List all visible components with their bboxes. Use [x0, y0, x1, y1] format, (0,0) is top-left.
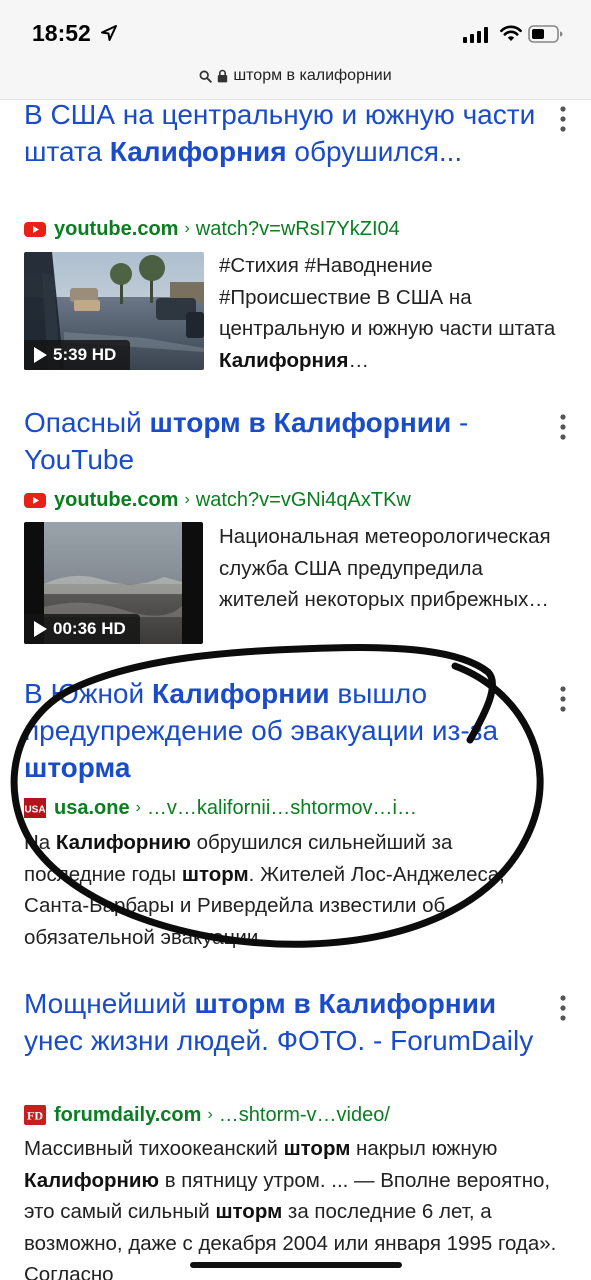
highlighted-term: шторм в Калифорнии [194, 988, 497, 1019]
usa-one-logo-icon: USA [24, 798, 46, 818]
text-segment: #Стихия #Наводнение #Происшествие В США … [219, 254, 556, 340]
highlighted-term: шторма [24, 752, 131, 783]
highlighted-term: Калифорнию [55, 831, 191, 854]
address-bar[interactable]: шторм в калифорнии [0, 62, 591, 100]
result-site-domain: forumdaily.com [54, 1103, 202, 1126]
more-options-icon[interactable] [554, 993, 572, 1023]
result-source-link[interactable]: USA usa.one › …v…kalifornii…shtormov…i… [24, 795, 417, 821]
result-url-path: …shtorm-v…video/ [218, 1103, 390, 1126]
breadcrumb-chevron-icon: › [135, 799, 141, 816]
highlighted-term: шторм [215, 1200, 283, 1223]
highlighted-term: Калифорнию [24, 1168, 159, 1192]
youtube-logo-icon [24, 493, 46, 508]
video-thumbnail[interactable]: 5:39 HD [24, 252, 204, 370]
video-duration: 00:36 HD [53, 619, 126, 638]
breadcrumb-chevron-icon: › [207, 1106, 213, 1123]
search-result: Опасный шторм в Калифорнии - YouTube you… [0, 407, 591, 658]
text-segment: … [348, 348, 369, 372]
result-snippet: #Стихия #Наводнение #Происшествие В США … [219, 250, 559, 376]
status-time: 18:52 [32, 20, 91, 46]
video-duration-badge: 5:39 HD [24, 340, 131, 370]
breadcrumb-chevron-icon: › [184, 220, 190, 237]
search-result: В Южной Калифорнии вышло предупреждение … [0, 678, 591, 958]
url-query-text: шторм в калифорнии [233, 67, 392, 84]
more-options-icon[interactable] [554, 412, 572, 442]
play-icon [34, 347, 47, 363]
result-snippet: На Калифорнию обрушился сильнейший за по… [24, 827, 554, 953]
result-url-path: watch?v=wRsI7YkZI04 [195, 217, 400, 240]
result-snippet: Национальная метеорологическая служба СШ… [219, 521, 559, 616]
result-site-domain: usa.one [54, 796, 130, 819]
highlighted-term: Калифорния [219, 348, 349, 372]
wifi-icon [500, 25, 522, 41]
text-segment: Национальная метеорологическая служба СШ… [219, 525, 551, 611]
text-segment: Опасный [24, 407, 150, 438]
text-segment: На [24, 831, 56, 854]
home-indicator [190, 1262, 402, 1268]
status-bar: 18:52 [0, 0, 591, 62]
text-segment: Массивный тихоокеанский [24, 1137, 284, 1160]
video-duration: 5:39 HD [53, 345, 117, 364]
highlighted-term: Калифорнии [151, 678, 330, 709]
result-title-link[interactable]: В США на центральную и южную части штата… [24, 96, 544, 170]
video-thumbnail[interactable]: 00:36 HD [24, 522, 203, 644]
highlighted-term: шторм в Калифорнии [149, 407, 452, 438]
search-icon [199, 70, 213, 83]
highlighted-term: Калифорния [109, 136, 287, 167]
result-site-domain: youtube.com [54, 488, 179, 511]
search-result: В США на центральную и южную части штата… [0, 99, 591, 390]
result-snippet: Массивный тихоокеанский шторм накрыл южн… [24, 1133, 564, 1280]
battery-icon [528, 25, 563, 43]
result-source-link[interactable]: youtube.com › watch?v=vGNi4qAxTKw [24, 487, 411, 513]
search-result: Мощнейший шторм в Калифорнии унес жизни … [0, 985, 591, 1280]
video-duration-badge: 00:36 HD [24, 614, 140, 644]
result-title-link[interactable]: Опасный шторм в Калифорнии - YouTube [24, 404, 544, 478]
breadcrumb-chevron-icon: › [184, 491, 190, 508]
text-segment: обрушился... [286, 136, 463, 167]
result-title-link[interactable]: В Южной Калифорнии вышло предупреждение … [24, 675, 544, 786]
result-site-domain: youtube.com [54, 217, 179, 240]
result-url-path: watch?v=vGNi4qAxTKw [195, 488, 411, 511]
cellular-signal-icon [463, 27, 488, 43]
lock-icon [218, 69, 228, 83]
text-segment: накрыл южную [350, 1137, 498, 1160]
youtube-logo-icon [24, 222, 46, 237]
result-title-link[interactable]: Мощнейший шторм в Калифорнии унес жизни … [24, 985, 534, 1059]
forumdaily-logo-icon: FD [24, 1105, 46, 1125]
result-source-link[interactable]: youtube.com › watch?v=wRsI7YkZI04 [24, 216, 400, 242]
more-options-icon[interactable] [554, 104, 572, 134]
text-segment: В Южной [24, 678, 152, 709]
result-source-link[interactable]: FD forumdaily.com › …shtorm-v…video/ [24, 1102, 390, 1128]
highlighted-term: шторм [181, 862, 249, 886]
svg-text:FD: FD [27, 1109, 43, 1123]
highlighted-term: шторм [283, 1137, 351, 1160]
more-options-icon[interactable] [554, 684, 572, 714]
result-url-path: …v…kalifornii…shtormov…i… [146, 796, 417, 819]
text-segment: унес жизни людей. ФОТО. - ForumDaily [24, 1025, 534, 1056]
svg-text:USA: USA [24, 805, 45, 816]
text-segment: Мощнейший [24, 988, 195, 1019]
location-arrow-icon [101, 25, 117, 41]
play-icon [34, 621, 47, 637]
